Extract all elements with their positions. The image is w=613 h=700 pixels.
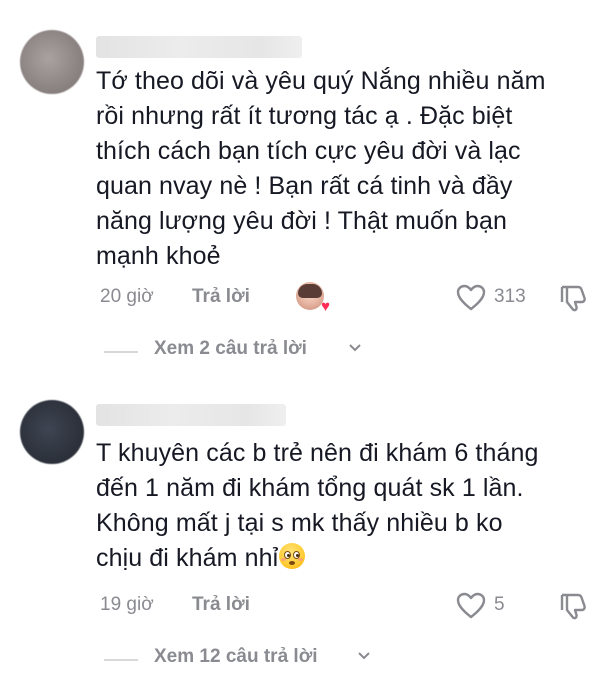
comment-line: năng lượng yêu đời ! Thật muốn bạn [96, 207, 508, 235]
comment-line: Tớ theo dõi và yêu quý Nắng nhiều năm [96, 67, 546, 95]
heart-outline-icon [456, 284, 486, 311]
chevron-down-icon [358, 652, 370, 660]
heart-icon: ♥ [321, 298, 330, 315]
comment-line: thích cách bạn tích cực yêu đời và lạc [96, 137, 521, 165]
comment-line: đến 1 năm đi khám tổng quát sk 1 lần. [96, 474, 524, 502]
comment-text: T khuyên các b trẻ nên đi khám 6 tháng đ… [96, 436, 596, 576]
view-replies-label: Xem 12 câu trả lời [154, 646, 318, 667]
comment-line: Không mất j tại s mk thấy nhiều b ko [96, 509, 503, 537]
view-replies-button[interactable]: Xem 2 câu trả lời [0, 336, 613, 366]
view-replies-button[interactable]: Xem 12 câu trả lời [0, 644, 613, 674]
avatar[interactable] [20, 400, 84, 464]
divider [104, 351, 138, 353]
comment-time: 20 giờ [100, 286, 154, 307]
comment-line: chịu đi khám nhỉ [96, 544, 279, 572]
reply-button[interactable]: Trả lời [192, 286, 250, 308]
username-redacted[interactable] [96, 36, 302, 58]
like-count: 5 [494, 594, 505, 615]
comment-meta: 20 giờ Trả lời ♥ 313 [100, 282, 600, 314]
comment-line: T khuyên các b trẻ nên đi khám 6 tháng [96, 439, 539, 467]
chevron-down-icon [349, 344, 361, 352]
comment-line: quan nvay nè ! Bạn rất cá tinh và đầy [96, 172, 513, 200]
thumbs-down-icon[interactable] [558, 592, 588, 620]
flushed-face-emoji-icon [279, 543, 306, 569]
comment-line-with-emoji: chịu đi khám nhỉ [96, 541, 596, 576]
comment-time: 19 giờ [100, 594, 154, 615]
comment-meta: 19 giờ Trả lời 5 [100, 590, 600, 620]
comment-line: rồi nhưng rất ít tương tác ạ . Đặc biệt [96, 102, 513, 130]
username-redacted[interactable] [96, 404, 286, 426]
avatar[interactable] [20, 30, 84, 94]
heart-outline-icon [456, 592, 486, 619]
creator-avatar-heart-icon: ♥ [296, 282, 330, 314]
creator-avatar [296, 282, 324, 310]
like-count: 313 [494, 286, 526, 307]
comment-text: Tớ theo dõi và yêu quý Nắng nhiều năm rồ… [96, 64, 596, 274]
divider [104, 659, 138, 661]
comment-line: mạnh khoẻ [96, 242, 221, 270]
reply-button[interactable]: Trả lời [192, 594, 250, 616]
view-replies-label: Xem 2 câu trả lời [154, 338, 307, 359]
thumbs-down-icon[interactable] [558, 284, 588, 312]
